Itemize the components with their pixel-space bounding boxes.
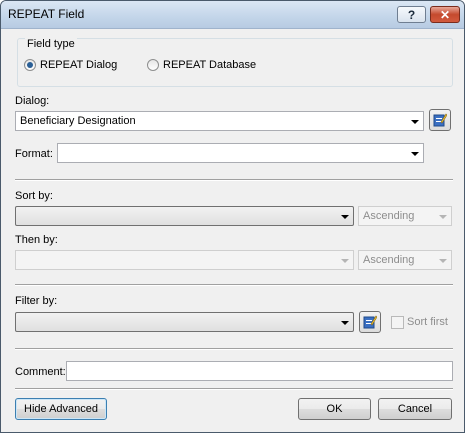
separator — [15, 388, 453, 390]
window-title: REPEAT Field — [8, 7, 85, 21]
chevron-down-icon — [341, 321, 349, 325]
then-by-label: Then by: — [15, 234, 58, 246]
dialog-label: Dialog: — [15, 95, 50, 107]
dialog-body: Field type REPEAT Dialog REPEAT Database… — [5, 29, 460, 428]
comment-label: Comment: — [15, 366, 66, 378]
sort-first-label[interactable]: Sort first — [407, 316, 448, 328]
edit-pencil-icon — [363, 315, 377, 329]
comment-field[interactable] — [66, 361, 453, 381]
chevron-down-icon — [341, 215, 349, 219]
repeat-field-dialog: REPEAT Field ? ✕ Field type REPEAT Dialo… — [0, 0, 465, 433]
chevron-down-icon — [411, 120, 419, 124]
edit-pencil-icon — [433, 113, 447, 127]
separator — [15, 348, 453, 350]
ok-button[interactable]: OK — [298, 398, 371, 420]
chevron-down-icon — [341, 259, 349, 263]
chevron-down-icon — [439, 259, 447, 263]
then-by-order-value: Ascending — [363, 254, 415, 266]
chevron-down-icon — [411, 152, 419, 156]
sort-by-label: Sort by: — [15, 190, 53, 202]
sort-by-dropdown[interactable] — [15, 206, 354, 226]
dialog-value: Beneficiary Designation — [20, 115, 136, 127]
repeat-database-label[interactable]: REPEAT Database — [163, 59, 256, 71]
dialog-dropdown[interactable]: Beneficiary Designation — [15, 111, 424, 131]
then-by-order-dropdown[interactable]: Ascending — [358, 250, 452, 270]
repeat-dialog-radio[interactable] — [24, 59, 36, 71]
filter-by-label: Filter by: — [15, 295, 58, 307]
format-dropdown[interactable] — [57, 143, 424, 163]
close-icon[interactable]: ✕ — [430, 6, 460, 23]
help-glyph: ? — [407, 7, 416, 22]
cancel-button[interactable]: Cancel — [378, 398, 452, 420]
edit-dialog-button[interactable] — [429, 109, 451, 131]
repeat-database-radio[interactable] — [147, 59, 159, 71]
format-label: Format: — [15, 148, 53, 160]
filter-by-dropdown[interactable] — [15, 312, 354, 332]
hide-advanced-button[interactable]: Hide Advanced — [15, 398, 107, 420]
field-type-label: Field type — [25, 38, 77, 50]
sort-first-checkbox[interactable] — [391, 316, 404, 329]
title-bar[interactable]: REPEAT Field ? ✕ — [1, 1, 464, 29]
separator — [15, 284, 453, 286]
edit-filter-button[interactable] — [359, 311, 381, 333]
help-icon[interactable]: ? — [397, 6, 426, 23]
sort-by-order-value: Ascending — [363, 210, 415, 222]
sort-by-order-dropdown[interactable]: Ascending — [358, 206, 452, 226]
chevron-down-icon — [439, 215, 447, 219]
separator — [15, 179, 453, 181]
close-glyph: ✕ — [439, 7, 451, 22]
repeat-dialog-label[interactable]: REPEAT Dialog — [40, 59, 117, 71]
then-by-dropdown[interactable] — [15, 250, 354, 270]
